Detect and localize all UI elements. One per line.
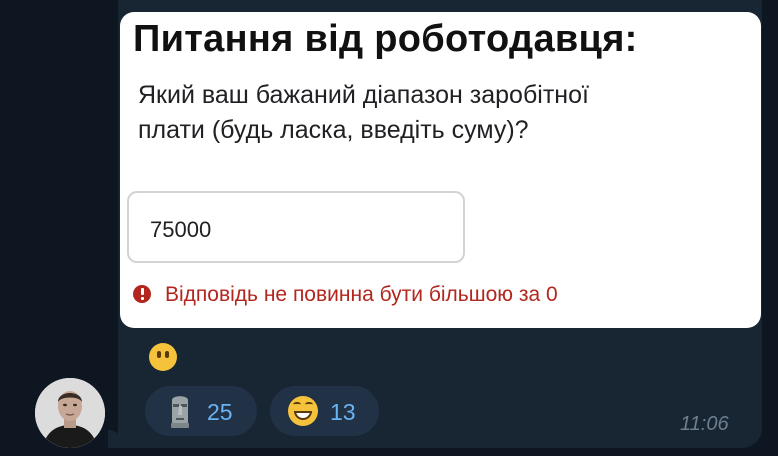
form-question: Який ваш бажаний діапазон заробітної пла… [138, 81, 589, 144]
error-message: Відповідь не повинна бути більшою за 0 [165, 283, 558, 306]
salary-input: 75000 [127, 191, 465, 263]
reaction-moai[interactable]: 25 [145, 386, 257, 436]
form-title: Питання від роботодавця: [133, 18, 638, 60]
salary-input-value: 75000 [150, 217, 212, 242]
error-icon [133, 285, 151, 303]
reaction-grin[interactable]: 13 [270, 386, 379, 436]
reaction-grin-count: 13 [330, 399, 356, 425]
chat-view: Питання від роботодавця: Який ваш бажани… [0, 0, 778, 456]
grinning-face-icon [288, 396, 318, 426]
person-photo [35, 378, 105, 448]
face-without-mouth-icon [149, 343, 177, 371]
sender-avatar[interactable] [35, 378, 105, 448]
reaction-moai-count: 25 [207, 399, 233, 425]
message-time: 11:06 [680, 413, 729, 435]
moai-icon [171, 396, 189, 428]
form-screenshot[interactable]: Питання від роботодавця: Який ваш бажани… [120, 12, 761, 328]
